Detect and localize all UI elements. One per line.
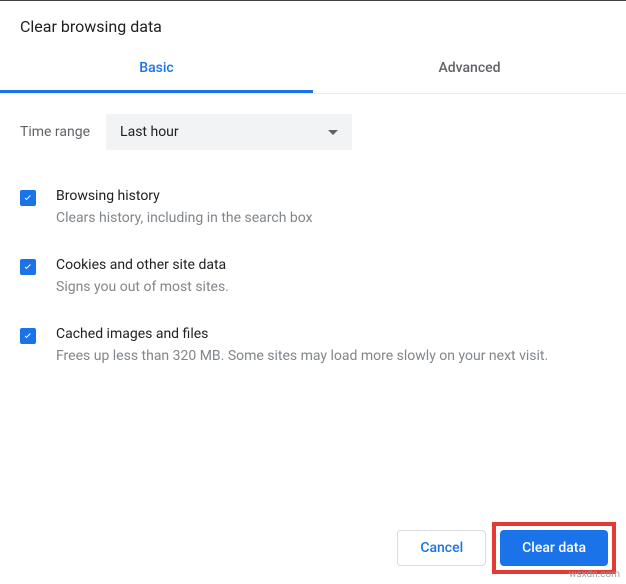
check-icon [22, 330, 34, 342]
checkbox-browsing-history[interactable] [20, 190, 36, 206]
check-icon [22, 261, 34, 273]
clear-browsing-data-dialog: Clear browsing data Basic Advanced Time … [0, 0, 626, 584]
tabs: Basic Advanced [0, 46, 626, 94]
dialog-title: Clear browsing data [0, 1, 626, 46]
option-desc: Signs you out of most sites. [56, 277, 606, 298]
checkbox-cache[interactable] [20, 328, 36, 344]
tab-basic[interactable]: Basic [0, 46, 313, 93]
dialog-content: Time range Last hour Browsing history Cl… [0, 94, 626, 512]
time-range-select[interactable]: Last hour [106, 114, 352, 150]
option-cookies: Cookies and other site data Signs you ou… [20, 257, 606, 298]
option-title: Cookies and other site data [56, 257, 606, 273]
tab-advanced[interactable]: Advanced [313, 46, 626, 93]
option-text: Browsing history Clears history, includi… [56, 188, 606, 229]
option-text: Cookies and other site data Signs you ou… [56, 257, 606, 298]
option-text: Cached images and files Frees up less th… [56, 326, 606, 367]
option-desc: Clears history, including in the search … [56, 208, 606, 229]
clear-data-button[interactable]: Clear data [500, 530, 608, 566]
dialog-footer: Cancel Clear data [0, 512, 626, 584]
option-cache: Cached images and files Frees up less th… [20, 326, 606, 367]
option-browsing-history: Browsing history Clears history, includi… [20, 188, 606, 229]
option-title: Browsing history [56, 188, 606, 204]
check-icon [22, 192, 34, 204]
highlight-box: Clear data [492, 522, 616, 574]
option-title: Cached images and files [56, 326, 606, 342]
time-range-value: Last hour [120, 124, 179, 140]
time-range-row: Time range Last hour [20, 114, 606, 150]
chevron-down-icon [328, 130, 338, 135]
checkbox-cookies[interactable] [20, 259, 36, 275]
time-range-label: Time range [20, 124, 90, 140]
option-desc: Frees up less than 320 MB. Some sites ma… [56, 346, 606, 367]
cancel-button[interactable]: Cancel [397, 530, 486, 566]
watermark: wsxdn.com [569, 569, 620, 580]
